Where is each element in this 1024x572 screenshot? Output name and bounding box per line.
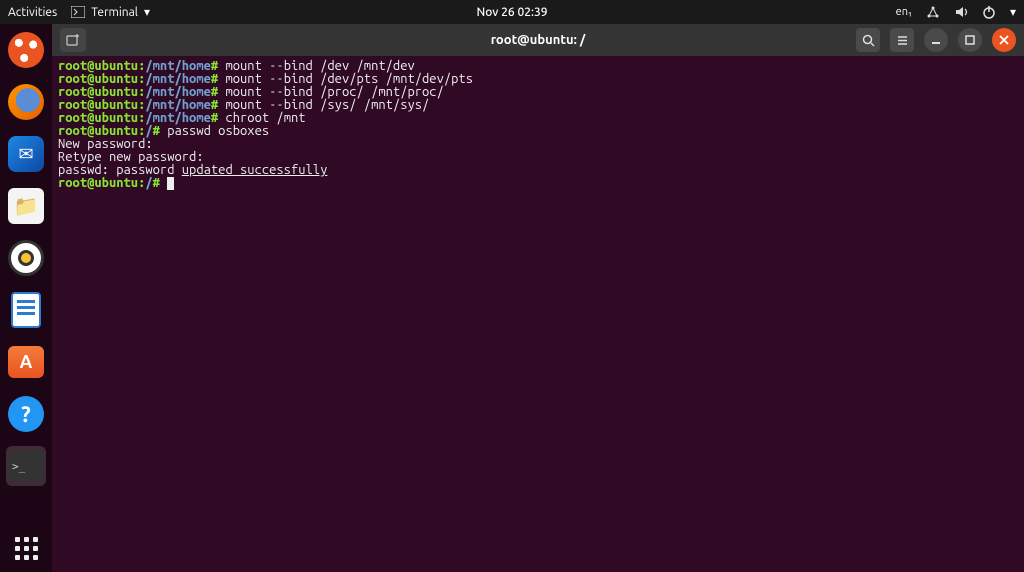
activities-button[interactable]: Activities — [8, 6, 57, 19]
dock-files[interactable] — [6, 186, 46, 226]
terminal-line: root@ubuntu:/# — [58, 177, 1018, 190]
power-icon[interactable] — [982, 5, 996, 19]
app-menu-label: Terminal — [91, 6, 138, 19]
maximize-button[interactable] — [958, 28, 982, 52]
show-applications-button[interactable] — [15, 537, 38, 560]
terminal-line: passwd: password updated successfully — [58, 164, 1018, 177]
terminal-cursor — [167, 177, 174, 190]
sound-icon[interactable] — [954, 5, 968, 19]
dock-ubuntu-software[interactable] — [6, 342, 46, 382]
terminal-output[interactable]: root@ubuntu:/mnt/home# mount --bind /dev… — [52, 56, 1024, 572]
terminal-line: root@ubuntu:/# passwd osboxes — [58, 125, 1018, 138]
dock — [0, 24, 52, 572]
minimize-icon — [930, 34, 942, 46]
window-titlebar[interactable]: root@ubuntu: / — [52, 24, 1024, 56]
keyboard-layout[interactable]: en₁ — [896, 6, 912, 18]
new-tab-button[interactable] — [60, 28, 86, 52]
terminal-window: root@ubuntu: / root@ubuntu:/mnt/home# mo… — [52, 24, 1024, 572]
app-menu[interactable]: Terminal ▾ — [71, 5, 150, 19]
new-tab-icon — [66, 33, 80, 47]
minimize-button[interactable] — [924, 28, 948, 52]
hamburger-menu-button[interactable] — [890, 28, 914, 52]
top-panel: Activities Terminal ▾ Nov 26 02:39 en₁ ▾ — [0, 0, 1024, 24]
dock-rhythmbox[interactable] — [6, 238, 46, 278]
clock[interactable]: Nov 26 02:39 — [476, 6, 547, 19]
window-title: root@ubuntu: / — [491, 33, 586, 47]
dock-libreoffice-writer[interactable] — [6, 290, 46, 330]
network-icon[interactable] — [926, 5, 940, 19]
close-button[interactable] — [992, 28, 1016, 52]
dock-firefox[interactable] — [6, 82, 46, 122]
maximize-icon — [964, 34, 976, 46]
dock-thunderbird[interactable] — [6, 134, 46, 174]
dropdown-arrow-icon: ▾ — [144, 5, 150, 19]
close-icon — [998, 34, 1010, 46]
system-menu-arrow-icon[interactable]: ▾ — [1010, 5, 1016, 19]
dock-terminal[interactable] — [6, 446, 46, 486]
search-icon — [862, 34, 875, 47]
dock-help[interactable] — [6, 394, 46, 434]
terminal-icon — [71, 6, 85, 18]
dock-ubuntu-dash[interactable] — [6, 30, 46, 70]
hamburger-icon — [896, 34, 909, 47]
search-button[interactable] — [856, 28, 880, 52]
